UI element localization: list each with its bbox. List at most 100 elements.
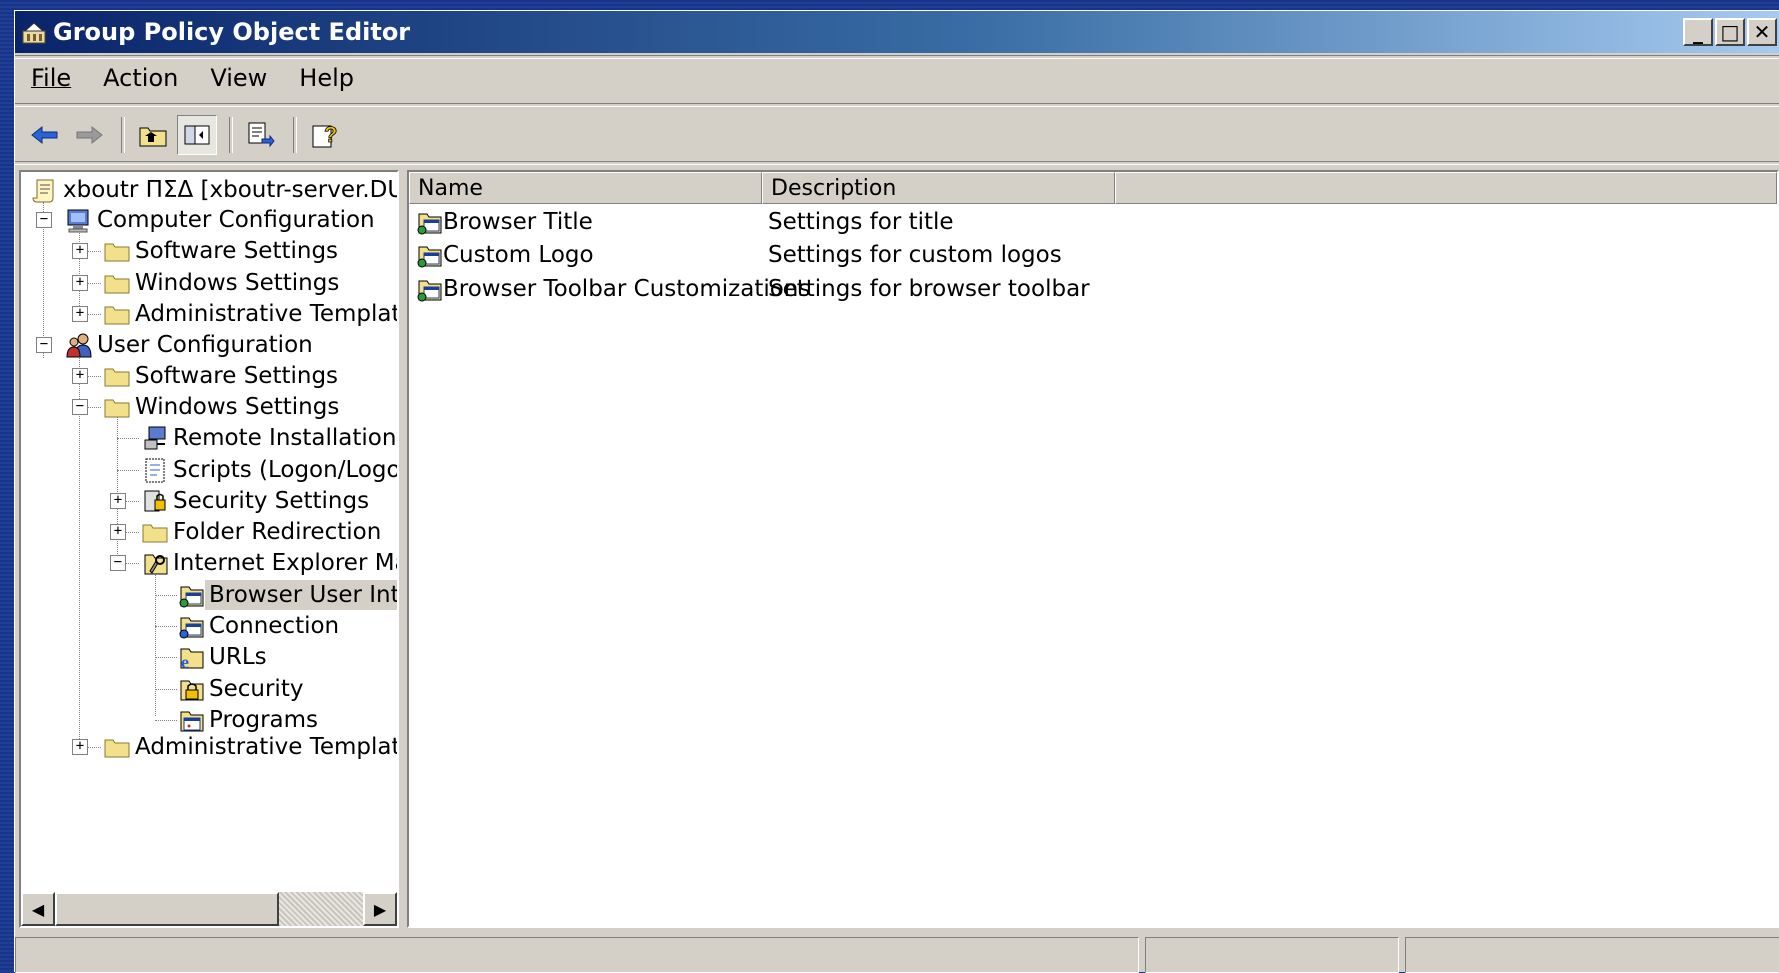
tree-label: URLs xyxy=(209,644,267,670)
svg-text:?: ? xyxy=(324,122,337,147)
collapse-toggle[interactable]: − xyxy=(36,337,52,353)
tree-remote-installation-services[interactable]: Remote Installation Ser xyxy=(141,422,397,454)
expand-toggle[interactable]: + xyxy=(72,739,88,755)
toolbar: ? xyxy=(15,111,1779,159)
status-panel-2 xyxy=(1145,937,1399,973)
expand-toggle[interactable]: + xyxy=(110,524,126,540)
gpo-editor-window: Group Policy Object Editor _ □ ✕ File Ac… xyxy=(14,10,1779,973)
folder-icon xyxy=(104,306,130,325)
tree-root[interactable]: xboutr ΠΣΔ [xboutr-server.DUTH.l xyxy=(31,174,397,206)
expand-toggle[interactable]: + xyxy=(72,306,88,322)
tree-label: Windows Settings xyxy=(135,394,340,420)
tree-security[interactable]: Security xyxy=(177,673,307,705)
left-arrow-icon: ◀ xyxy=(31,899,45,919)
export-list-button[interactable] xyxy=(241,115,281,155)
tree-label: Software Settings xyxy=(135,363,339,389)
tree-scripts[interactable]: Scripts (Logon/Logoff) xyxy=(141,454,397,486)
folder-icon xyxy=(104,275,130,294)
tree-connector xyxy=(155,595,177,596)
tree-cc-administrative-templates[interactable]: Administrative Templates xyxy=(103,298,399,330)
computer-icon xyxy=(67,209,89,233)
tree-browser-user-interface[interactable]: Browser User Inter xyxy=(177,579,397,611)
list-item[interactable]: Browser Title Settings for title xyxy=(409,206,954,238)
column-header: Name Description xyxy=(409,172,1777,204)
menu-file[interactable]: File xyxy=(15,64,87,92)
close-button[interactable]: ✕ xyxy=(1747,18,1777,46)
browser-settings-icon xyxy=(179,586,204,608)
help-icon: ? xyxy=(312,122,338,148)
tree-label: Administrative Templates xyxy=(135,301,399,327)
tree-label: Computer Configuration xyxy=(97,207,375,233)
help-button[interactable]: ? xyxy=(305,115,345,155)
expand-toggle[interactable]: + xyxy=(72,243,88,259)
window-title: Group Policy Object Editor xyxy=(53,18,411,46)
tree-connector xyxy=(117,438,139,439)
toolbar-bottom-separator xyxy=(15,161,1779,165)
toolbar-separator xyxy=(229,117,233,153)
forward-button[interactable] xyxy=(69,115,109,155)
item-description: Settings for title xyxy=(768,209,954,235)
tree-folder-redirection[interactable]: Folder Redirection xyxy=(141,516,385,548)
scroll-thumb[interactable] xyxy=(55,892,279,926)
tree-uc-windows-settings[interactable]: Windows Settings xyxy=(103,391,343,423)
column-empty xyxy=(1115,172,1777,204)
tree-horizontal-scrollbar[interactable]: ◀ ▶ xyxy=(21,892,397,926)
programs-icon xyxy=(180,711,204,732)
tree-label: Administrative Templates xyxy=(135,734,399,760)
expand-toggle[interactable]: + xyxy=(110,493,126,509)
item-name: Custom Logo xyxy=(443,242,594,268)
tree-connector xyxy=(155,720,177,721)
status-panel-main xyxy=(15,937,1139,973)
tree-urls[interactable]: e URLs xyxy=(177,641,271,673)
show-hide-tree-icon xyxy=(184,125,210,145)
column-name[interactable]: Name xyxy=(409,172,762,204)
title-bar[interactable]: Group Policy Object Editor _ □ ✕ xyxy=(15,11,1779,53)
folder-icon xyxy=(104,368,130,387)
tree-label: Remote Installation Ser xyxy=(173,425,397,451)
tree-connection[interactable]: Connection xyxy=(177,610,343,642)
show-hide-tree-button[interactable] xyxy=(177,115,217,155)
back-icon xyxy=(31,125,58,145)
back-button[interactable] xyxy=(25,115,65,155)
tree-uc-software-settings[interactable]: Software Settings xyxy=(103,360,342,392)
scripts-icon xyxy=(145,458,165,483)
tree-label: Scripts (Logon/Logoff) xyxy=(173,457,397,483)
maximize-button[interactable]: □ xyxy=(1715,18,1745,46)
list-item[interactable]: Custom Logo Settings for custom logos xyxy=(409,239,1062,271)
console-tree-pane[interactable]: xboutr ΠΣΔ [xboutr-server.DUTH.l − Compu… xyxy=(19,170,399,928)
tree-security-settings[interactable]: Security Settings xyxy=(141,485,373,517)
tree-label: Connection xyxy=(209,613,340,639)
folder-icon xyxy=(104,739,130,758)
tree-cc-windows-settings[interactable]: Windows Settings xyxy=(103,267,343,299)
scroll-left-button[interactable]: ◀ xyxy=(21,892,55,926)
menu-view[interactable]: View xyxy=(194,64,283,92)
scroll-right-button[interactable]: ▶ xyxy=(363,892,397,926)
up-one-level-button[interactable] xyxy=(133,115,173,155)
details-pane[interactable]: Name Description Browser Title Settings … xyxy=(407,170,1779,928)
tree-uc-administrative-templates[interactable]: Administrative Templates xyxy=(103,731,399,763)
tree-user-configuration[interactable]: User Configuration xyxy=(65,329,317,361)
collapse-toggle[interactable]: − xyxy=(72,399,88,415)
menu-help[interactable]: Help xyxy=(283,64,370,92)
urls-icon: e xyxy=(180,648,204,671)
status-bar xyxy=(15,937,1779,973)
minimize-button[interactable]: _ xyxy=(1683,18,1713,46)
tree-cc-software-settings[interactable]: Software Settings xyxy=(103,235,342,267)
gpo-app-icon xyxy=(22,22,46,44)
column-description[interactable]: Description xyxy=(762,172,1115,204)
gpo-scroll-icon xyxy=(32,179,54,203)
folder-icon xyxy=(142,524,168,543)
collapse-toggle[interactable]: − xyxy=(36,212,52,228)
tree-internet-explorer-maintenance[interactable]: Internet Explorer Maint xyxy=(141,547,397,579)
browser-settings-icon xyxy=(417,213,442,235)
remote-install-icon xyxy=(144,426,166,450)
tree-computer-configuration[interactable]: Computer Configuration xyxy=(65,204,379,236)
collapse-toggle[interactable]: − xyxy=(110,555,126,571)
connection-icon xyxy=(179,617,204,639)
menu-bar: File Action View Help xyxy=(15,61,1779,95)
menu-action[interactable]: Action xyxy=(87,64,194,92)
tree-label: Software Settings xyxy=(135,238,339,264)
list-item[interactable]: Browser Toolbar Customizations Settings … xyxy=(409,273,1090,305)
expand-toggle[interactable]: + xyxy=(72,275,88,291)
expand-toggle[interactable]: + xyxy=(72,368,88,384)
